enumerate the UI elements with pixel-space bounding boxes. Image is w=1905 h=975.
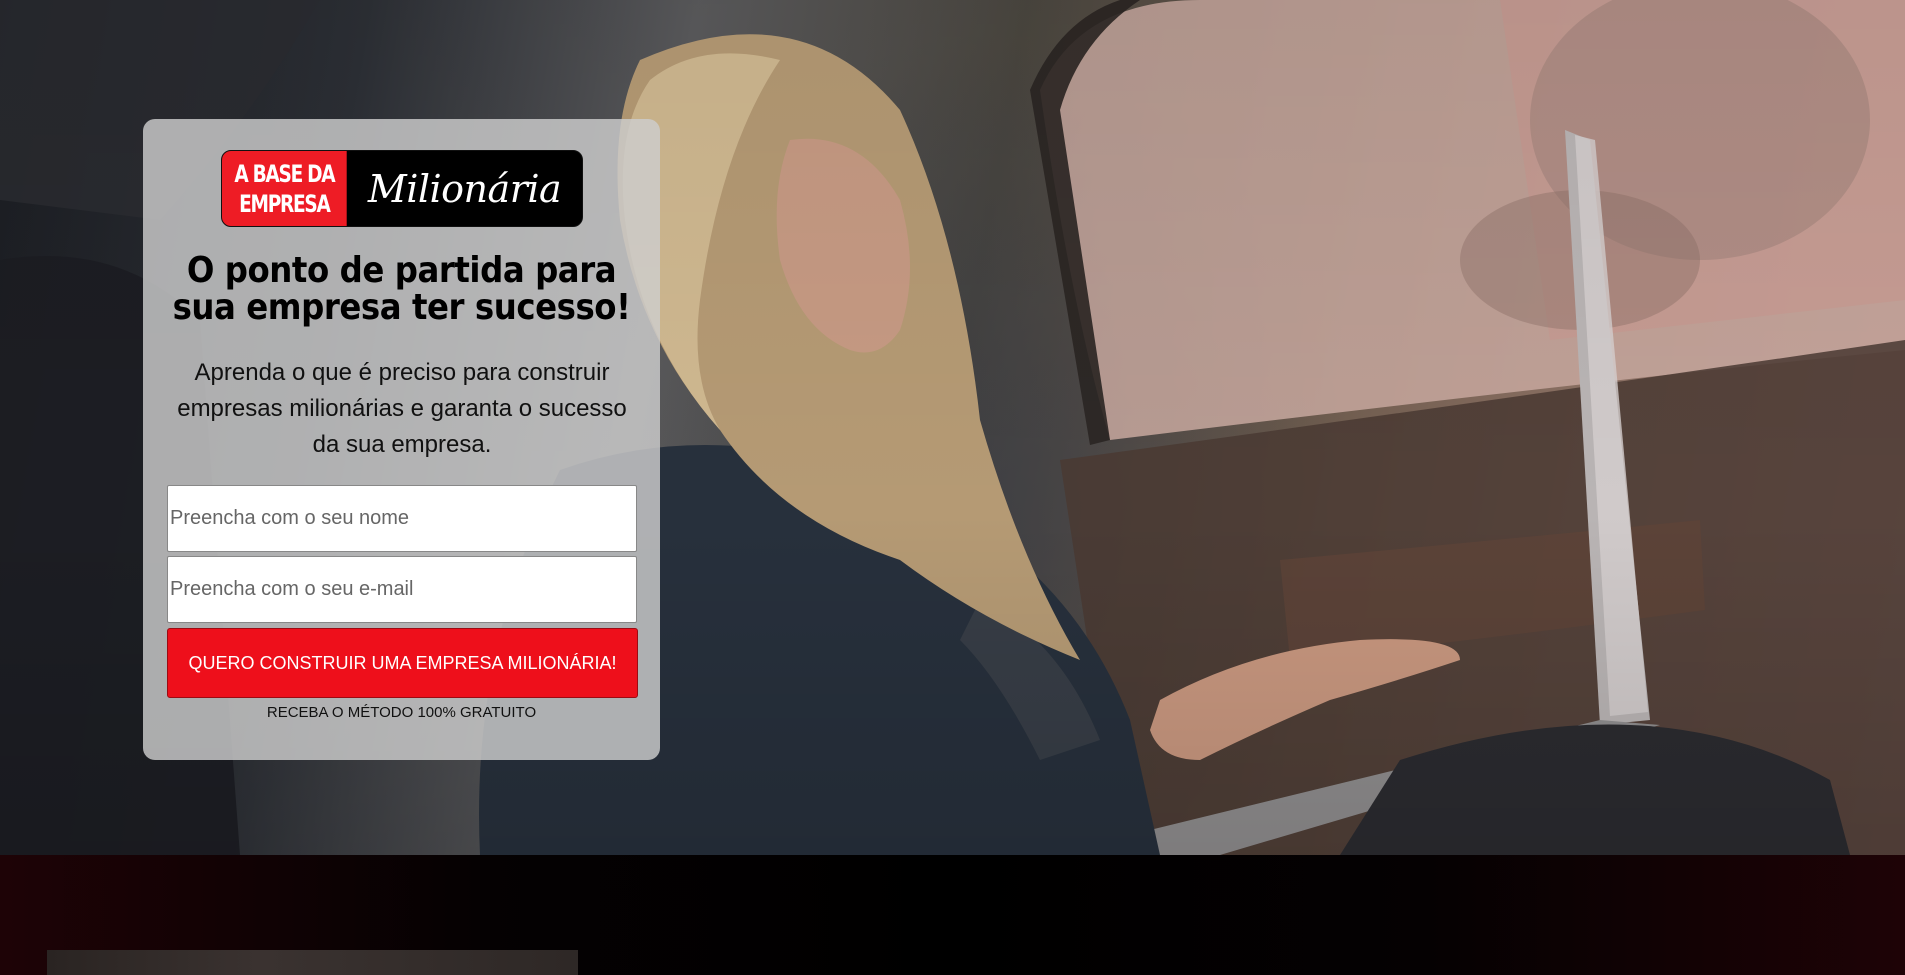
email-field[interactable] [167, 556, 637, 623]
hero-section: A BASE DA EMPRESA Milionária O ponto de … [0, 0, 1905, 855]
section-image [47, 950, 578, 975]
signup-card: A BASE DA EMPRESA Milionária O ponto de … [143, 119, 660, 760]
logo-block-text: A BASE DA EMPRESA [222, 151, 347, 226]
page-subtext: Aprenda o que é preciso para construir e… [177, 359, 627, 458]
page-headline: O ponto de partida para sua empresa ter … [172, 250, 631, 328]
next-section [0, 855, 1905, 975]
logo-line-1: A BASE DA [234, 159, 335, 188]
submit-button[interactable]: QUERO CONSTRUIR UMA EMPRESA MILIONÁRIA! [167, 628, 638, 698]
logo-script-text: Milionária [367, 166, 562, 211]
name-field[interactable] [167, 485, 637, 552]
free-method-caption: RECEBA O MÉTODO 100% GRATUITO [266, 704, 537, 721]
logo-line-2: EMPRESA [239, 189, 331, 218]
brand-logo: A BASE DA EMPRESA Milionária [221, 150, 583, 227]
